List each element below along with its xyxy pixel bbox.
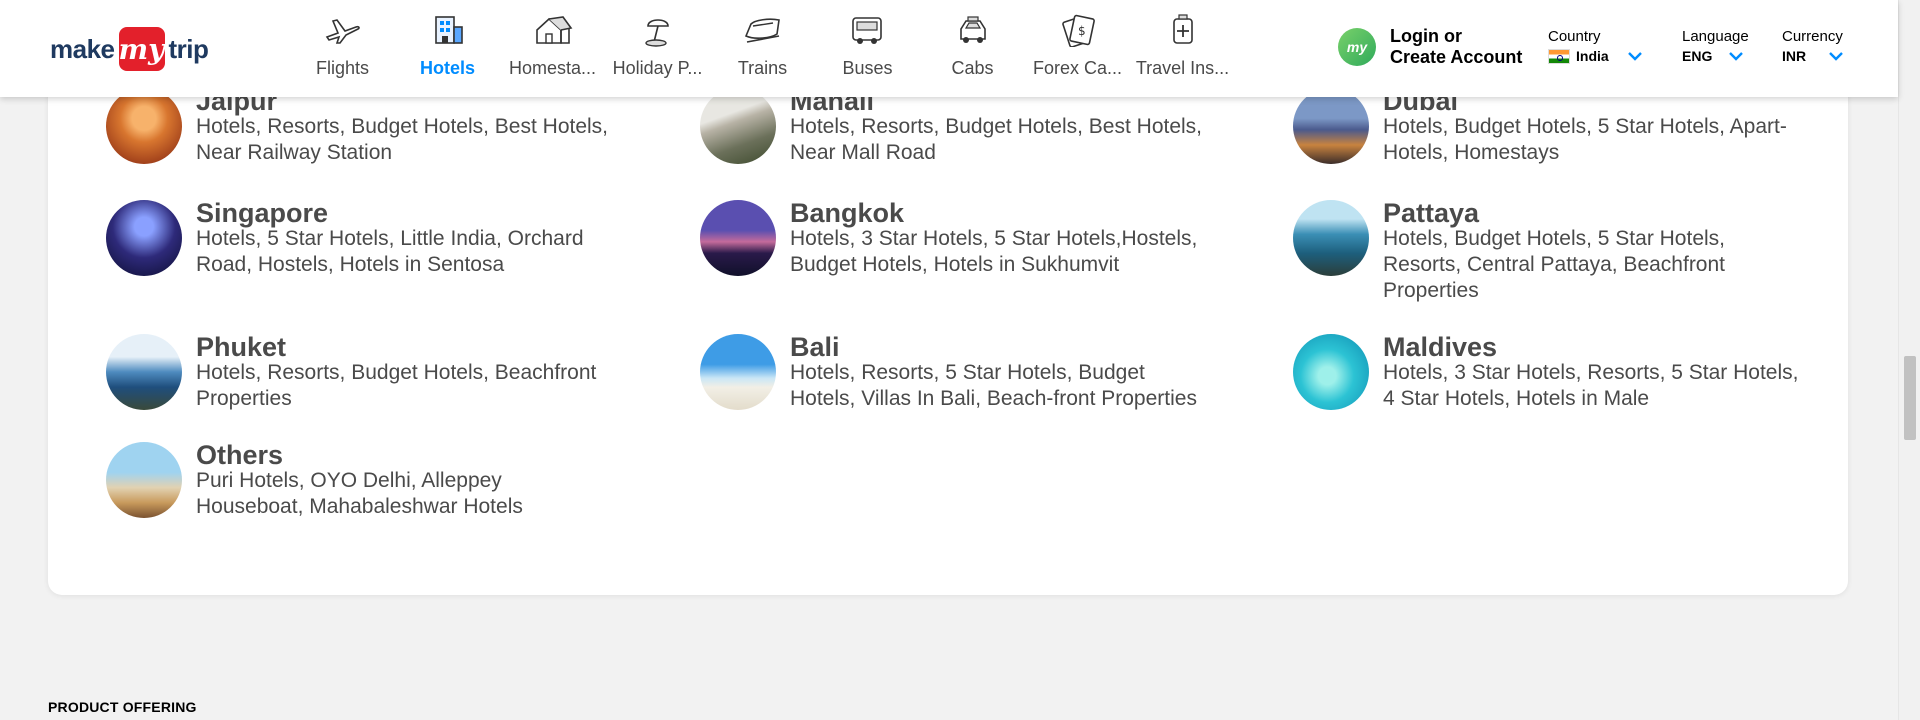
maldives-thumbnail: [1293, 334, 1369, 410]
create-account-text: Create Account: [1390, 47, 1523, 67]
nav-buses[interactable]: Buses: [815, 10, 920, 86]
bangkok-thumbnail: [700, 200, 776, 276]
scrollbar-thumb[interactable]: [1904, 356, 1916, 440]
city-links[interactable]: Hotels, Resorts, Budget Hotels, Best Hot…: [790, 114, 1210, 166]
chevron-down-icon: [1829, 52, 1843, 61]
nav-cabs[interactable]: Cabs: [920, 10, 1025, 86]
city-links[interactable]: Hotels, Resorts, Budget Hotels, Beachfro…: [196, 360, 616, 412]
nav-holiday-packages[interactable]: Holiday P...: [605, 10, 710, 86]
country-value: India: [1576, 48, 1609, 64]
city-links[interactable]: Hotels, Budget Hotels, 5 Star Hotels, Re…: [1383, 226, 1733, 304]
nav-forex-card[interactable]: $ Forex Ca...: [1025, 10, 1130, 86]
chevron-down-icon: [1729, 52, 1744, 61]
makemytrip-logo[interactable]: make my trip: [50, 27, 209, 71]
user-avatar-icon: my: [1338, 28, 1376, 66]
country-selector[interactable]: Country India: [1548, 28, 1643, 64]
phuket-thumbnail: [106, 334, 182, 410]
product-offering-heading: PRODUCT OFFERING: [48, 699, 197, 715]
city-name: Bangkok: [790, 198, 905, 228]
city-name: Maldives: [1383, 332, 1498, 362]
city-pattaya[interactable]: Pattaya Hotels, Budget Hotels, 5 Star Ho…: [1293, 200, 1733, 304]
top-header: make my trip Flights Hotels Homesta... H…: [0, 0, 1898, 97]
city-name: Bali: [790, 332, 840, 362]
dubai-thumbnail: [1293, 88, 1369, 164]
currency-label: Currency: [1782, 28, 1843, 45]
chevron-down-icon: [1627, 52, 1642, 61]
city-name: Singapore: [196, 198, 329, 228]
bali-thumbnail: [700, 334, 776, 410]
city-bali[interactable]: Bali Hotels, Resorts, 5 Star Hotels, Bud…: [700, 334, 1210, 412]
city-jaipur[interactable]: Jaipur Hotels, Resorts, Budget Hotels, B…: [106, 88, 616, 166]
city-manali[interactable]: Manali Hotels, Resorts, Budget Hotels, B…: [700, 88, 1210, 166]
city-links[interactable]: Puri Hotels, OYO Delhi, Alleppey Housebo…: [196, 468, 556, 520]
login-button[interactable]: my Login or Create Account: [1338, 26, 1522, 68]
city-others[interactable]: Others Puri Hotels, OYO Delhi, Alleppey …: [106, 442, 556, 520]
currency-value: INR: [1782, 48, 1807, 64]
train-icon: [743, 10, 783, 50]
travel-insurance-icon: [1163, 10, 1203, 50]
city-dubai[interactable]: Dubai Hotels, Budget Hotels, 5 Star Hote…: [1293, 88, 1793, 166]
india-flag-icon: [1548, 48, 1570, 64]
city-links[interactable]: Hotels, Resorts, 5 Star Hotels, Budget H…: [790, 360, 1210, 412]
product-nav: Flights Hotels Homesta... Holiday P... T…: [290, 10, 1235, 86]
city-links[interactable]: Hotels, 3 Star Hotels, Resorts, 5 Star H…: [1383, 360, 1803, 412]
bus-icon: [848, 10, 888, 50]
nav-trains[interactable]: Trains: [710, 10, 815, 86]
singapore-thumbnail: [106, 200, 182, 276]
manali-thumbnail: [700, 88, 776, 164]
others-thumbnail: [106, 442, 182, 518]
country-label: Country: [1548, 28, 1601, 45]
forex-card-icon: $: [1058, 10, 1098, 50]
language-value: ENG: [1682, 48, 1713, 64]
city-links[interactable]: Hotels, 5 Star Hotels, Little India, Orc…: [196, 226, 596, 278]
login-text: Login or: [1390, 26, 1462, 46]
city-name: Others: [196, 440, 284, 470]
city-phuket[interactable]: Phuket Hotels, Resorts, Budget Hotels, B…: [106, 334, 616, 412]
pattaya-thumbnail: [1293, 200, 1369, 276]
cab-icon: [953, 10, 993, 50]
city-name: Phuket: [196, 332, 287, 362]
nav-travel-insurance[interactable]: Travel Ins...: [1130, 10, 1235, 86]
city-singapore[interactable]: Singapore Hotels, 5 Star Hotels, Little …: [106, 200, 596, 278]
city-name: Pattaya: [1383, 198, 1480, 228]
jaipur-thumbnail: [106, 88, 182, 164]
city-links[interactable]: Hotels, 3 Star Hotels, 5 Star Hotels,Hos…: [790, 226, 1210, 278]
city-bangkok[interactable]: Bangkok Hotels, 3 Star Hotels, 5 Star Ho…: [700, 200, 1210, 278]
nav-flights[interactable]: Flights: [290, 10, 395, 86]
city-maldives[interactable]: Maldives Hotels, 3 Star Hotels, Resorts,…: [1293, 334, 1803, 412]
svg-text:$: $: [1078, 24, 1086, 38]
nav-homestays[interactable]: Homesta...: [500, 10, 605, 86]
homestay-icon: [533, 10, 573, 50]
page-scrollbar[interactable]: [1898, 0, 1920, 720]
city-links[interactable]: Hotels, Budget Hotels, 5 Star Hotels, Ap…: [1383, 114, 1793, 166]
language-selector[interactable]: Language ENG: [1682, 28, 1749, 64]
language-label: Language: [1682, 28, 1749, 45]
holiday-package-icon: [638, 10, 678, 50]
flight-icon: [323, 10, 363, 50]
popular-destinations-card: Jaipur Hotels, Resorts, Budget Hotels, B…: [48, 40, 1848, 595]
nav-hotels[interactable]: Hotels: [395, 10, 500, 86]
hotel-icon: [428, 10, 468, 50]
city-links[interactable]: Hotels, Resorts, Budget Hotels, Best Hot…: [196, 114, 616, 166]
currency-selector[interactable]: Currency INR: [1782, 28, 1844, 64]
